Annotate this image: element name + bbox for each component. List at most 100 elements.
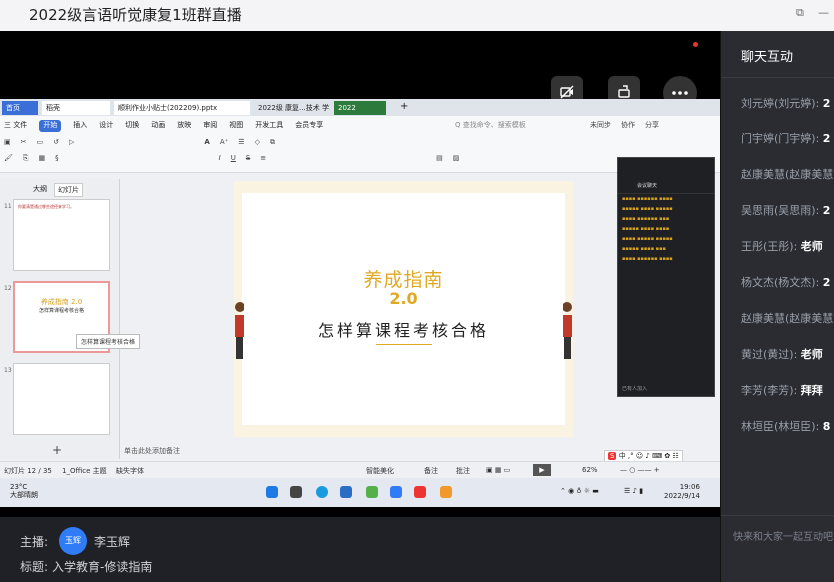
weather-desc: 大部晴朗 [10,491,38,499]
menu-design[interactable]: 设计 [99,120,113,132]
section-icon[interactable]: § [55,154,59,166]
notes-placeholder[interactable]: 单击此处添加备注 [124,446,180,456]
chat-sender: 吴思雨(吴思雨): [741,204,820,217]
menu-start[interactable]: 开始 [39,120,62,132]
textbox-icon[interactable]: ▤ [436,154,443,166]
shape-icon[interactable]: ◇ [255,138,260,150]
menu-devtools[interactable]: 开发工具 [255,120,283,132]
browser-tabs: 首页 稻壳 顺利作业小贴士(202209).pptx 2022级 康复...技术… [0,99,720,116]
window-title: 2022级言语听觉康复1班群直播 [29,6,242,24]
comments-toggle[interactable]: 批注 [456,466,470,476]
zoom-level[interactable]: 62% [582,466,598,474]
current-slide[interactable]: 养成指南 2.0 怎样算课程考核合格 [234,181,573,437]
picture-icon[interactable]: ▨ [453,154,460,166]
slide-thumb-13[interactable] [13,363,110,435]
ribbon-menu: 三 文件 开始 插入 设计 切换 动画 放映 审阅 视图 开发工具 会员专享 [4,120,323,132]
new-tab-icon[interactable]: + [400,101,408,112]
wps-icon[interactable] [414,486,426,498]
strike-icon[interactable]: S [246,154,250,166]
smart-beautify[interactable]: 智能美化 [366,466,394,476]
live-video: 首页 稻壳 顺利作业小贴士(202209).pptx 2022级 康复...技术… [0,31,720,517]
chat-sender: 王彤(王彤): [741,240,798,253]
cut-icon[interactable]: ✂ [21,138,27,150]
tab-docer[interactable]: 稻壳 [42,101,110,115]
missing-font[interactable]: 缺失字体 [116,466,144,476]
layout-icon[interactable]: ▦ [39,154,46,166]
avatar[interactable]: 玉辉 [59,527,87,555]
taskview-icon[interactable] [290,486,302,498]
add-slide-icon[interactable]: + [52,443,62,457]
bold-icon[interactable]: A [204,138,209,150]
chat-heading: 聊天互动 [741,50,794,65]
chat-input[interactable]: 快来和大家一起互动吧 [733,528,833,543]
tab-pdf[interactable]: 2022级 康复...技术 学习指南.pdf [254,101,330,115]
menu-insert[interactable]: 插入 [73,120,87,132]
app-icon[interactable] [366,486,378,498]
tab-pptx[interactable]: 顺利作业小贴士(202209).pptx [114,101,250,115]
divider [721,77,834,78]
weather-widget[interactable]: 23°C 大部晴朗 [10,483,38,499]
chat-popup-tab-a[interactable]: 会议聊天 [637,182,657,189]
copy-icon[interactable]: ⎘ [23,154,29,166]
tab-meeting[interactable]: 2022 [334,101,386,115]
slide-thumb-11[interactable]: 你要清楚通过哪些途径来学习。 [13,199,110,271]
menu-transition[interactable]: 切换 [125,120,139,132]
popout-icon[interactable]: ⧉ [796,6,804,20]
menu-file[interactable]: 三 文件 [4,120,27,132]
chat-message: 林垣臣(林垣臣): 8 [741,418,830,434]
thumb-num: 13 [4,367,12,374]
chat-message: 李芳(李芳): 拜拜 [741,382,823,398]
chat-text: 2 [822,132,831,145]
store-icon[interactable] [340,486,352,498]
arrange-icon[interactable]: ⧉ [270,138,275,150]
underline-icon[interactable]: U [231,154,236,166]
align-left-icon[interactable]: ≡ [260,154,266,166]
chat-sender: 门宇婷(门宇婷): [741,132,820,145]
chat-message: 吴思雨(吴思雨): 2 [741,202,830,218]
menu-member[interactable]: 会员专享 [295,120,323,132]
tab-slides[interactable]: 幻灯片 [54,183,83,197]
font-size-icon[interactable]: A⁺ [220,138,228,150]
share-button[interactable]: 分享 [645,120,659,132]
notes-toggle[interactable]: 备注 [424,466,438,476]
italic-icon[interactable]: I [219,154,221,166]
sync-status[interactable]: 未同步 [590,120,611,132]
ribbon-tools-row1: ▣ ✂ ▭ ↺ ▷ A A⁺ ☰ ◇ ⧉ [4,138,275,150]
ime-lang: 中 [618,452,626,460]
play-from-icon[interactable]: ▷ [69,138,74,150]
dingtalk-icon[interactable] [390,486,402,498]
zoom-slider[interactable]: — ○ —— + [620,466,660,474]
view-normal-icon[interactable]: ▣ ▦ ▭ [486,466,510,474]
edge-icon[interactable] [316,486,328,498]
ribbon-right: 未同步 协作 分享 [590,120,659,132]
tab-outline[interactable]: 大纲 [30,183,50,197]
start-icon[interactable] [266,486,278,498]
paste-icon[interactable]: ▣ [4,138,11,150]
cartoon-figure-left [234,299,245,369]
new-slide-icon[interactable]: ▭ [37,138,44,150]
thumbnail-tabs: 大纲 幻灯片 [30,183,83,197]
chat-sender: 杨文杰(杨文杰): [741,276,820,289]
format-painter-icon[interactable]: 🖌 [4,154,13,166]
menu-review[interactable]: 审阅 [203,120,217,132]
menu-slideshow[interactable]: 放映 [177,120,191,132]
menu-animation[interactable]: 动画 [151,120,165,132]
menu-view[interactable]: 视图 [229,120,243,132]
play-slideshow-button[interactable]: ▶ [533,464,551,476]
tab-home[interactable]: 首页 [2,101,38,115]
network-volume-icon[interactable]: ☰ ♪ ▮ [624,487,643,495]
media-icon[interactable] [440,486,452,498]
chat-message: 赵康美慧(赵康美慧): [741,310,834,326]
ribbon-search[interactable]: Q 查找命令、搜索模板 [455,120,526,130]
collab-button[interactable]: 协作 [621,120,635,132]
host-name: 李玉辉 [94,535,131,549]
minimize-icon[interactable]: — [818,6,829,19]
reset-icon[interactable]: ↺ [53,138,59,150]
slide-title: 养成指南 [363,269,444,291]
list-icon[interactable]: ☰ [238,138,244,150]
live-indicator-dot [693,42,698,47]
taskbar-clock[interactable]: 19:06 2022/9/14 [664,483,700,501]
window-titlebar: 2022级言语听觉康复1班群直播 ⧉ — [0,0,834,31]
tray-icons[interactable]: ⌃ ◉ ♁ ☼ ▬ [560,487,599,495]
topic-label: 标题: [20,560,49,574]
